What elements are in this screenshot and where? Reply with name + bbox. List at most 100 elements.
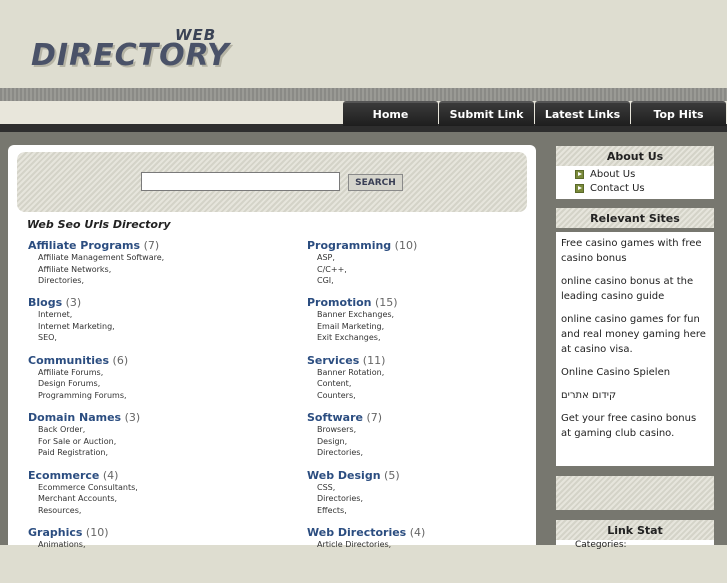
- relevant-site-link[interactable]: Get your free casino bonus at gaming clu…: [561, 411, 709, 441]
- category-count: (5): [384, 468, 400, 482]
- category-count: (7): [143, 239, 160, 252]
- link-stat-title: Link Stat: [556, 520, 714, 540]
- subcategory-link[interactable]: SEO,: [28, 332, 278, 344]
- subcategory-link[interactable]: Design,: [307, 436, 557, 448]
- relevant-site-link[interactable]: Free casino games with free casino bonus: [561, 236, 709, 266]
- subcategory-link[interactable]: Browsers,: [307, 424, 557, 436]
- logo-directory-text[interactable]: DIRECTORY: [31, 38, 230, 73]
- about-us-link[interactable]: About Us: [556, 167, 714, 181]
- subcategory-link[interactable]: Banner Rotation,: [307, 367, 557, 379]
- category-column-right: Programming (10) ASP, C/C++, CGI, Promot…: [307, 239, 557, 583]
- category-count: (4): [409, 525, 426, 539]
- category-count: (15): [374, 296, 398, 310]
- arrow-bullet-icon: [575, 183, 584, 193]
- category-count: (4): [102, 468, 119, 482]
- category-link[interactable]: Ecommerce: [28, 469, 99, 482]
- search-input[interactable]: [141, 172, 340, 191]
- category-link[interactable]: Services: [307, 354, 359, 367]
- category-count: (3): [124, 411, 141, 425]
- subcategory-link[interactable]: Resources,: [28, 505, 278, 517]
- subcategory-link[interactable]: Email Marketing,: [307, 321, 557, 333]
- subcategory-link[interactable]: ASP,: [307, 252, 557, 264]
- category: Ecommerce (4) Ecommerce Consultants, Mer…: [28, 469, 278, 526]
- category-link[interactable]: Domain Names: [28, 411, 121, 424]
- category-link[interactable]: Web Design: [307, 469, 381, 482]
- category-link[interactable]: Programming: [307, 239, 391, 252]
- header: WEB DIRECTORY: [0, 0, 727, 88]
- directory-title: Web Seo Urls Directory: [27, 218, 171, 231]
- category-link[interactable]: Web Directories: [307, 526, 406, 539]
- subcategory-link[interactable]: Directories,: [307, 493, 557, 505]
- about-us-box: About Us About Us Contact Us: [556, 146, 714, 199]
- relevant-site-link[interactable]: online casino bonus at the leading casin…: [561, 274, 709, 304]
- subcategory-link[interactable]: Programming Forums,: [28, 390, 278, 402]
- category: Software (7) Browsers, Design, Directori…: [307, 411, 557, 468]
- category-link[interactable]: Software: [307, 411, 363, 424]
- nav-latest-links[interactable]: Latest Links: [535, 101, 630, 126]
- relevant-sites-title: Relevant Sites: [556, 208, 714, 228]
- category-link[interactable]: Affiliate Programs: [28, 239, 140, 252]
- category-count: (11): [362, 353, 386, 367]
- subcategory-link[interactable]: Affiliate Networks,: [28, 264, 278, 276]
- category-count: (6): [112, 353, 129, 367]
- arrow-bullet-icon: [575, 169, 584, 179]
- category-count: (10): [85, 525, 109, 539]
- category: Communities (6) Affiliate Forums, Design…: [28, 354, 278, 411]
- category: Services (11) Banner Rotation, Content, …: [307, 354, 557, 411]
- category: Affiliate Programs (7) Affiliate Managem…: [28, 239, 278, 296]
- contact-us-link[interactable]: Contact Us: [556, 181, 714, 195]
- subcategory-link[interactable]: Merchant Accounts,: [28, 493, 278, 505]
- subcategory-link[interactable]: CGI,: [307, 275, 557, 287]
- subcategory-link[interactable]: For Sale or Auction,: [28, 436, 278, 448]
- main-nav: Home Submit Link Latest Links Top Hits: [343, 101, 727, 126]
- category-count: (10): [394, 239, 418, 252]
- contact-us-link-label: Contact Us: [590, 182, 645, 194]
- about-us-link-label: About Us: [590, 168, 636, 180]
- subcategory-link[interactable]: Ecommerce Consultants,: [28, 482, 278, 494]
- category: Blogs (3) Internet, Internet Marketing, …: [28, 296, 278, 353]
- category-count: (3): [65, 296, 82, 310]
- link-stat-box: Link Stat Categories:: [556, 520, 714, 550]
- subcategory-link[interactable]: Counters,: [307, 390, 557, 402]
- subcategory-link[interactable]: Back Order,: [28, 424, 278, 436]
- category: Domain Names (3) Back Order, For Sale or…: [28, 411, 278, 468]
- subcategory-link[interactable]: Affiliate Forums,: [28, 367, 278, 379]
- category: Promotion (15) Banner Exchanges, Email M…: [307, 296, 557, 353]
- category-link[interactable]: Promotion: [307, 296, 371, 309]
- subcategory-link[interactable]: Internet,: [28, 309, 278, 321]
- category-link[interactable]: Communities: [28, 354, 109, 367]
- category: Web Design (5) CSS, Directories, Effects…: [307, 469, 557, 526]
- relevant-site-link[interactable]: Online Casino Spielen: [561, 365, 709, 380]
- relevant-site-link[interactable]: קידום אתרים: [561, 388, 709, 403]
- search-button[interactable]: SEARCH: [348, 174, 403, 191]
- subcategory-link[interactable]: Directories,: [307, 447, 557, 459]
- main-panel: SEARCH Web Seo Urls Directory Affiliate …: [8, 145, 536, 549]
- subcategory-link[interactable]: Content,: [307, 378, 557, 390]
- category-count: (7): [366, 411, 383, 425]
- stat-categories: Categories:: [575, 540, 627, 550]
- subcategory-link[interactable]: CSS,: [307, 482, 557, 494]
- subcategory-link[interactable]: Exit Exchanges,: [307, 332, 557, 344]
- subcategory-link[interactable]: Effects,: [307, 505, 557, 517]
- relevant-site-link[interactable]: online casino games for fun and real mon…: [561, 312, 709, 357]
- nav-top-hits[interactable]: Top Hits: [631, 101, 726, 126]
- subcategory-link[interactable]: Internet Marketing,: [28, 321, 278, 333]
- category: Web Directories (4) Article Directories,: [307, 526, 557, 583]
- about-us-title: About Us: [556, 146, 714, 166]
- category-link[interactable]: Graphics: [28, 526, 82, 539]
- subcategory-link[interactable]: Paid Registration,: [28, 447, 278, 459]
- header-stripe: [0, 88, 727, 101]
- subcategory-link[interactable]: Banner Exchanges,: [307, 309, 557, 321]
- relevant-sites-box: Free casino games with free casino bonus…: [556, 232, 714, 466]
- subcategory-link[interactable]: Affiliate Management Software,: [28, 252, 278, 264]
- category-link[interactable]: Blogs: [28, 296, 62, 309]
- nav-submit-link[interactable]: Submit Link: [439, 101, 534, 126]
- blank-sidebar-box: [556, 476, 714, 510]
- search-area: SEARCH: [17, 152, 527, 212]
- category: Programming (10) ASP, C/C++, CGI,: [307, 239, 557, 296]
- subcategory-link[interactable]: Design Forums,: [28, 378, 278, 390]
- nav-home[interactable]: Home: [343, 101, 438, 126]
- subcategory-link[interactable]: Directories,: [28, 275, 278, 287]
- subcategory-link[interactable]: C/C++,: [307, 264, 557, 276]
- category-column-left: Affiliate Programs (7) Affiliate Managem…: [28, 239, 278, 583]
